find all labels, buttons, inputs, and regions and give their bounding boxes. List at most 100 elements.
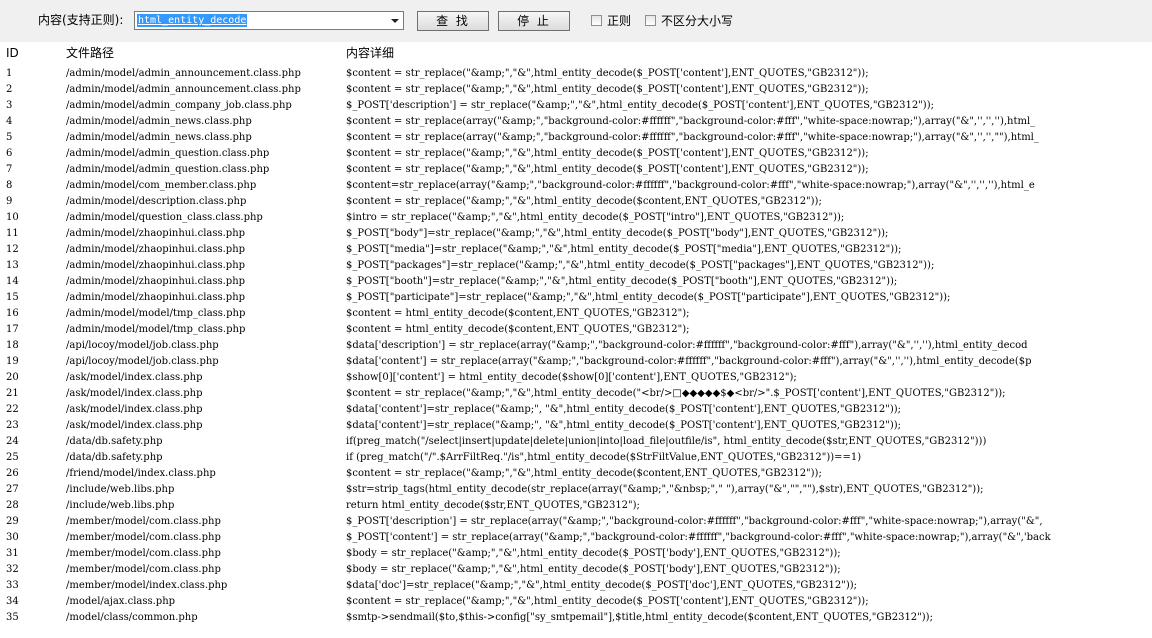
table-row[interactable]: 23/ask/model/index.class.php $data['conte…	[0, 418, 1152, 434]
table-row[interactable]: 31/member/model/com.class.php $body = str…	[0, 546, 1152, 562]
table-row[interactable]: 33/member/model/index.class.php $data['do…	[0, 578, 1152, 594]
cell-detail: $content = html_entity_decode($content,E…	[346, 324, 690, 335]
table-row[interactable]: 29/member/model/com.class.php $_POST['des…	[0, 514, 1152, 530]
cell-id: 20	[6, 372, 19, 383]
table-row[interactable]: 8/admin/model/com_member.class.php $conte…	[0, 178, 1152, 194]
cell-id: 12	[6, 244, 19, 255]
cell-path: /admin/model/admin_company_job.class.php	[66, 100, 292, 111]
cell-detail: $content = str_replace("&amp;","&",html_…	[346, 84, 869, 95]
table-row[interactable]: 13/admin/model/zhaopinhui.class.php $_POS…	[0, 258, 1152, 274]
table-row[interactable]: 3/admin/model/admin_company_job.class.ph…	[0, 98, 1152, 114]
case-insensitive-checkbox[interactable]	[645, 15, 656, 26]
table-row[interactable]: 4/admin/model/admin_news.class.php $conte…	[0, 114, 1152, 130]
table-row[interactable]: 32/member/model/com.class.php $body = str…	[0, 562, 1152, 578]
search-input[interactable]: html_entity_decode	[137, 14, 248, 27]
cell-path: /admin/model/zhaopinhui.class.php	[66, 244, 246, 255]
cell-detail: $_POST["body"]=str_replace("&amp;","&",h…	[346, 228, 889, 239]
cell-id: 24	[6, 436, 19, 447]
cell-detail: $_POST['content'] = str_replace(array("&…	[346, 532, 1051, 543]
cell-id: 35	[6, 612, 19, 623]
cell-detail: $_POST['description'] = str_replace("&am…	[346, 100, 934, 111]
cell-id: 2	[6, 84, 13, 95]
cell-detail: $body = str_replace("&amp;","&",html_ent…	[346, 564, 841, 575]
cell-path: /api/locoy/model/job.class.php	[66, 340, 219, 351]
table-row[interactable]: 21/ask/model/index.class.php $content = s…	[0, 386, 1152, 402]
cell-path: /admin/model/admin_question.class.php	[66, 148, 270, 159]
table-row[interactable]: 19/api/locoy/model/job.class.php $data['c…	[0, 354, 1152, 370]
cell-path: /admin/model/question_class.class.php	[66, 212, 263, 223]
cell-path: /admin/model/admin_question.class.php	[66, 164, 270, 175]
find-button[interactable]: 查 找	[417, 11, 489, 31]
cell-detail: $content = str_replace("&amp;","&",html_…	[346, 388, 1006, 399]
table-row[interactable]: 27/include/web.libs.php $str=strip_tags(h…	[0, 482, 1152, 498]
cell-detail: $data['doc']=str_replace("&amp;","&",htm…	[346, 580, 857, 591]
cell-path: /admin/model/zhaopinhui.class.php	[66, 276, 246, 287]
table-row[interactable]: 17/admin/model/model/tmp_class.php $conte…	[0, 322, 1152, 338]
cell-id: 18	[6, 340, 19, 351]
table-row[interactable]: 9/admin/model/description.class.php $cont…	[0, 194, 1152, 210]
table-row[interactable]: 12/admin/model/zhaopinhui.class.php $_POS…	[0, 242, 1152, 258]
table-row[interactable]: 2/admin/model/admin_announcement.class.p…	[0, 82, 1152, 98]
cell-path: /admin/model/description.class.php	[66, 196, 247, 207]
table-row[interactable]: 5/admin/model/admin_news.class.php $conte…	[0, 130, 1152, 146]
cell-path: /member/model/com.class.php	[66, 548, 221, 559]
cell-id: 21	[6, 388, 19, 399]
cell-id: 5	[6, 132, 13, 143]
table-row[interactable]: 15/admin/model/zhaopinhui.class.php $_POS…	[0, 290, 1152, 306]
cell-detail: $content = str_replace("&amp;","&",html_…	[346, 164, 869, 175]
column-header-path[interactable]: 文件路径	[66, 46, 340, 60]
regex-checkbox[interactable]	[591, 15, 602, 26]
stop-button[interactable]: 停 止	[498, 11, 570, 31]
table-row[interactable]: 25/data/db.safety.php if (preg_match("/".…	[0, 450, 1152, 466]
cell-path: /ask/model/index.class.php	[66, 372, 203, 383]
table-row[interactable]: 30/member/model/com.class.php $_POST['con…	[0, 530, 1152, 546]
cell-path: /model/ajax.class.php	[66, 596, 176, 607]
cell-path: /member/model/com.class.php	[66, 532, 221, 543]
column-header-id[interactable]: ID	[6, 46, 60, 60]
table-row[interactable]: 18/api/locoy/model/job.class.php $data['d…	[0, 338, 1152, 354]
cell-detail: $show[0]['content'] = html_entity_decode…	[346, 372, 797, 383]
cell-path: /friend/model/index.class.php	[66, 468, 216, 479]
cell-path: /admin/model/admin_news.class.php	[66, 116, 252, 127]
cell-id: 7	[6, 164, 13, 175]
cell-id: 6	[6, 148, 13, 159]
cell-detail: $body = str_replace("&amp;","&",html_ent…	[346, 548, 841, 559]
table-row[interactable]: 6/admin/model/admin_question.class.php $c…	[0, 146, 1152, 162]
table-row[interactable]: 28/include/web.libs.php return html_entit…	[0, 498, 1152, 514]
cell-id: 29	[6, 516, 19, 527]
cell-path: /admin/model/admin_announcement.class.ph…	[66, 68, 301, 79]
cell-detail: return html_entity_decode($str,ENT_QUOTE…	[346, 500, 640, 511]
cell-detail: $data['content']=str_replace("&amp;", "&…	[346, 420, 902, 431]
table-row[interactable]: 1/admin/model/admin_announcement.class.p…	[0, 66, 1152, 82]
cell-detail: $content = str_replace(array("&amp;","ba…	[346, 132, 1039, 143]
table-row[interactable]: 35/model/class/common.php $smtp->sendmail…	[0, 610, 1152, 626]
table-row[interactable]: 20/ask/model/index.class.php $show[0]['co…	[0, 370, 1152, 386]
cell-detail: $data['content']=str_replace("&amp;", "&…	[346, 404, 902, 415]
table-row[interactable]: 14/admin/model/zhaopinhui.class.php $_POS…	[0, 274, 1152, 290]
search-combobox[interactable]: html_entity_decode	[134, 11, 404, 30]
table-row[interactable]: 10/admin/model/question_class.class.php $…	[0, 210, 1152, 226]
cell-path: /model/class/common.php	[66, 612, 198, 623]
table-row[interactable]: 22/ask/model/index.class.php $data['conte…	[0, 402, 1152, 418]
cell-path: /admin/model/admin_news.class.php	[66, 132, 252, 143]
cell-id: 10	[6, 212, 19, 223]
cell-id: 33	[6, 580, 19, 591]
chevron-down-icon[interactable]	[387, 12, 403, 29]
table-row[interactable]: 11/admin/model/zhaopinhui.class.php $_POS…	[0, 226, 1152, 242]
cell-id: 30	[6, 532, 19, 543]
cell-path: /admin/model/model/tmp_class.php	[66, 308, 246, 319]
cell-detail: $_POST["booth"]=str_replace("&amp;","&",…	[346, 276, 898, 287]
cell-id: 26	[6, 468, 19, 479]
column-header-detail[interactable]: 内容详细	[346, 46, 1152, 60]
table-row[interactable]: 7/admin/model/admin_question.class.php $c…	[0, 162, 1152, 178]
table-row[interactable]: 16/admin/model/model/tmp_class.php $conte…	[0, 306, 1152, 322]
table-body: 1/admin/model/admin_announcement.class.p…	[0, 66, 1152, 626]
table-row[interactable]: 26/friend/model/index.class.php $content …	[0, 466, 1152, 482]
cell-path: /admin/model/zhaopinhui.class.php	[66, 292, 246, 303]
table-row[interactable]: 24/data/db.safety.php if(preg_match("/sel…	[0, 434, 1152, 450]
cell-id: 27	[6, 484, 19, 495]
table-row[interactable]: 34/model/ajax.class.php $content = str_re…	[0, 594, 1152, 610]
cell-detail: $content = str_replace("&amp;","&",html_…	[346, 468, 822, 479]
cell-id: 32	[6, 564, 19, 575]
cell-path: /member/model/com.class.php	[66, 516, 221, 527]
